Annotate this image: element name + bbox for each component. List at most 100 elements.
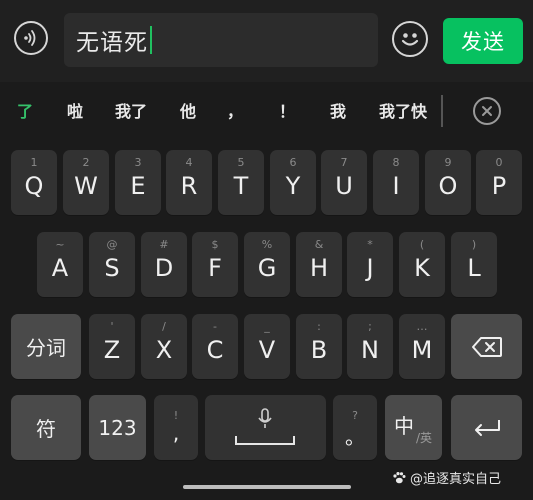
key-punct: 。 [345, 425, 365, 449]
emoji-button[interactable] [392, 21, 428, 57]
key-symbol: - [213, 320, 217, 333]
key-letter: Y [285, 172, 301, 200]
key-p[interactable]: 0 P [476, 150, 522, 215]
key-t[interactable]: 5 T [218, 150, 264, 215]
key-k[interactable]: ( K [399, 232, 445, 297]
key-letter: P [491, 172, 507, 200]
close-circle-icon [482, 106, 492, 116]
key-letter: D [154, 254, 174, 282]
key-e[interactable]: 3 E [115, 150, 161, 215]
candidate-item[interactable]: 啦 [58, 82, 92, 138]
candidate-item[interactable]: ， [220, 82, 250, 138]
language-switch-key[interactable]: 中 /英 [385, 395, 442, 460]
watermark-text: @追逐真实自己 [410, 472, 502, 487]
key-symbol: ' [110, 320, 114, 333]
key-symbol: : [317, 320, 321, 333]
key-d[interactable]: # D [141, 232, 187, 297]
paw-icon [393, 471, 406, 483]
key-m[interactable]: … M [399, 314, 445, 379]
key-letter: U [335, 172, 353, 200]
message-input[interactable]: 无语死 [64, 13, 378, 67]
segment-key-label: 分词 [26, 336, 66, 360]
send-button[interactable]: 发送 [443, 18, 523, 64]
key-symbol: ( [419, 238, 425, 251]
message-input-text: 无语死 [76, 30, 148, 56]
candidate-item[interactable]: 我 [322, 82, 354, 138]
key-z[interactable]: ' Z [89, 314, 135, 379]
close-candidates-button[interactable] [473, 97, 501, 125]
text-cursor [150, 26, 152, 54]
space-key[interactable] [205, 395, 326, 460]
key-number: 7 [340, 156, 348, 169]
key-letter: W [74, 172, 98, 200]
key-symbol: _ [264, 320, 270, 333]
period-key[interactable]: ? 。 [333, 395, 377, 460]
key-number: 8 [392, 156, 400, 169]
key-i[interactable]: 8 I [373, 150, 419, 215]
key-a[interactable]: ~ A [37, 232, 83, 297]
key-o[interactable]: 9 O [425, 150, 471, 215]
key-number: 4 [185, 156, 193, 169]
key-punct: , [172, 421, 180, 445]
key-g[interactable]: % G [244, 232, 290, 297]
home-indicator[interactable] [183, 485, 351, 489]
voice-wave-icon [24, 30, 36, 46]
symbol-key-label: 符 [36, 417, 56, 441]
key-r[interactable]: 4 R [166, 150, 212, 215]
comma-key[interactable]: ! , [154, 395, 198, 460]
key-f[interactable]: $ F [192, 232, 238, 297]
key-symbol: @ [106, 238, 118, 251]
key-b[interactable]: : B [296, 314, 342, 379]
key-q[interactable]: 1 Q [11, 150, 57, 215]
key-n[interactable]: ; N [347, 314, 393, 379]
key-symbol: $ [211, 238, 219, 251]
candidate-item[interactable]: ！ [272, 82, 302, 138]
key-v[interactable]: _ V [244, 314, 290, 379]
candidate-item[interactable]: 了 [10, 82, 40, 138]
symbol-key[interactable]: 符 [11, 395, 81, 460]
enter-key[interactable] [451, 395, 522, 460]
key-letter: Q [24, 172, 44, 200]
key-letter: H [309, 254, 329, 282]
key-letter: I [392, 172, 400, 200]
key-letter: V [258, 336, 276, 364]
key-symbol: ) [471, 238, 477, 251]
key-y[interactable]: 6 Y [270, 150, 316, 215]
key-x[interactable]: / X [141, 314, 187, 379]
key-symbol: * [367, 238, 373, 251]
candidate-item[interactable]: 我了 [106, 82, 156, 138]
smiley-icon [401, 33, 419, 46]
key-letter: J [366, 254, 374, 282]
key-w[interactable]: 2 W [63, 150, 109, 215]
key-letter: Z [103, 336, 121, 364]
key-letter: F [208, 254, 222, 282]
candidate-item[interactable]: 他 [170, 82, 206, 138]
key-symbol: % [261, 238, 273, 251]
space-bar-icon [235, 436, 295, 445]
key-s[interactable]: @ S [89, 232, 135, 297]
key-j[interactable]: * J [347, 232, 393, 297]
key-symbol: & [314, 238, 324, 251]
key-letter: T [233, 172, 249, 200]
key-u[interactable]: 7 U [321, 150, 367, 215]
key-l[interactable]: ) L [451, 232, 497, 297]
key-letter: L [467, 254, 481, 282]
backspace-icon [471, 336, 502, 357]
key-h[interactable]: & H [296, 232, 342, 297]
key-c[interactable]: - C [192, 314, 238, 379]
number-key[interactable]: 123 [89, 395, 146, 460]
backspace-key[interactable] [451, 314, 522, 379]
candidate-item[interactable]: 我了快 [370, 82, 436, 138]
key-letter: S [104, 254, 120, 282]
key-letter: E [130, 172, 146, 200]
key-symbol: ~ [55, 238, 65, 251]
voice-input-button[interactable] [14, 21, 48, 55]
key-symbol: # [159, 238, 169, 251]
key-letter: B [310, 336, 328, 364]
segment-key[interactable]: 分词 [11, 314, 81, 379]
key-number: 1 [30, 156, 38, 169]
key-number: 9 [444, 156, 452, 169]
microphone-icon [258, 408, 272, 428]
key-number: 0 [495, 156, 503, 169]
key-letter: R [180, 172, 198, 200]
